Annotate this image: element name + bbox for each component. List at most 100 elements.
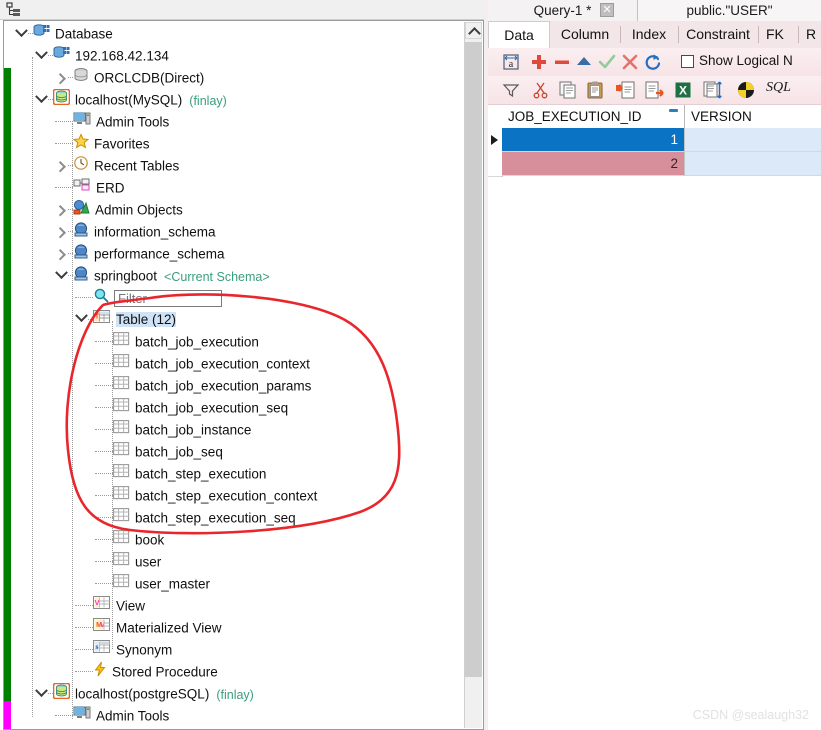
editor-tab-query-1[interactable]: Query-1 * [488, 0, 638, 21]
tree-item-book[interactable]: book [4, 529, 164, 551]
tree-item-admin-objects[interactable]: Admin Objects [4, 199, 183, 221]
tree-item-batch-job-execution[interactable]: batch_job_execution [4, 331, 259, 353]
auto-fit-columns-icon[interactable]: a [500, 51, 522, 73]
editor-tab-public-user[interactable]: public."USER" [638, 0, 821, 21]
chevron-right-icon[interactable] [54, 156, 68, 178]
export-data-icon[interactable] [643, 79, 665, 101]
tree-connector [94, 419, 108, 441]
chevron-right-icon[interactable] [54, 222, 68, 244]
chevron-right-icon[interactable] [54, 200, 68, 222]
show-logical-checkbox[interactable] [681, 55, 694, 68]
resize-rows-icon[interactable] [701, 79, 723, 101]
database-selected-icon [52, 88, 71, 112]
row-header-current[interactable] [488, 128, 503, 153]
tree-connector [94, 573, 108, 595]
sql-label[interactable]: SQL [766, 80, 791, 96]
tree-item-batch-job-execution-seq[interactable]: batch_job_execution_seq [4, 397, 288, 419]
sort-ascending-icon [669, 109, 678, 112]
tree-item-stored-procedure[interactable]: Stored Procedure [4, 661, 218, 683]
tree-item-erd[interactable]: ERD [4, 177, 125, 199]
refresh-icon[interactable] [642, 51, 664, 73]
chevron-down-icon[interactable] [14, 24, 28, 46]
navigate-icon[interactable] [735, 79, 757, 101]
delete-row-icon[interactable] [551, 51, 573, 73]
data-grid[interactable]: JOB_EXECUTION_ID VERSION 1 2 [488, 105, 821, 730]
tree-item-batch-job-seq[interactable]: batch_job_seq [4, 441, 223, 463]
tab-divider [758, 26, 759, 43]
tab-references[interactable]: R [798, 21, 821, 48]
tree-item-view[interactable]: V View [4, 595, 145, 617]
cell-version[interactable] [685, 152, 821, 176]
cell-job-execution-id[interactable]: 1 [502, 128, 685, 152]
cell-job-execution-id[interactable]: 2 [502, 152, 685, 176]
tree-item-label: Admin Tools [96, 708, 170, 724]
tab-divider [678, 26, 679, 43]
chevron-right-icon[interactable] [54, 68, 68, 90]
tree-item-localhost-mysql[interactable]: localhost(MySQL) (finlay) [4, 88, 227, 112]
column-header-job-execution-id[interactable]: JOB_EXECUTION_ID [502, 105, 685, 128]
tree-item-batch-job-execution-params[interactable]: batch_job_execution_params [4, 375, 311, 397]
scroll-up-arrow-icon[interactable] [465, 22, 482, 39]
excel-export-icon[interactable]: X [672, 79, 694, 101]
grid-corner-cell[interactable] [488, 105, 503, 128]
synonym-icon: s [93, 639, 111, 661]
cell-version[interactable] [685, 128, 821, 152]
tree-filter-row[interactable] [4, 287, 222, 309]
tree-vertical-scrollbar[interactable] [464, 22, 482, 728]
close-icon[interactable]: ✕ [600, 3, 614, 17]
tree-filter-input[interactable] [114, 290, 222, 307]
tree-item-admin-tools[interactable]: Admin Tools [4, 111, 169, 133]
tree-connector [54, 706, 68, 728]
add-row-icon[interactable] [528, 51, 550, 73]
tree-item-batch-step-execution-seq[interactable]: batch_step_execution_seq [4, 507, 296, 529]
database-tree[interactable]: Database 192.168.42.134 ORCLCDB(Direct) loc… [3, 20, 484, 730]
revert-row-icon[interactable] [573, 51, 595, 73]
tree-item-admin-tools[interactable]: Admin Tools [4, 705, 169, 727]
tab-data[interactable]: Data [488, 21, 550, 49]
import-data-icon[interactable] [615, 79, 637, 101]
cut-icon[interactable] [530, 79, 552, 101]
tree-item-favorites[interactable]: Favorites [4, 133, 150, 155]
tree-item-localhost-postgresql[interactable]: localhost(postgreSQL) (finlay) [4, 682, 254, 706]
chevron-down-icon[interactable] [74, 309, 88, 331]
tab-constraint[interactable]: Constraint [678, 21, 758, 48]
rollback-icon[interactable] [619, 51, 641, 73]
chevron-down-icon[interactable] [34, 46, 48, 68]
tree-item-table-12[interactable]: T Table (12) [4, 309, 177, 331]
database-group-icon [33, 23, 50, 46]
tree-item-user[interactable]: user [4, 551, 161, 573]
tree-item-springboot[interactable]: springboot <Current Schema> [4, 265, 270, 287]
row-header[interactable] [488, 152, 503, 177]
tree-item-information-schema[interactable]: information_schema [4, 221, 216, 243]
filter-icon[interactable] [500, 79, 522, 101]
tree-item-database[interactable]: Database [4, 23, 113, 45]
tab-fk[interactable]: FK [758, 21, 798, 48]
chevron-right-icon[interactable] [54, 244, 68, 266]
tab-index[interactable]: Index [620, 21, 678, 48]
commit-icon[interactable] [596, 51, 618, 73]
dbeaver-like-app-window: Database 192.168.42.134 ORCLCDB(Direct) loc… [0, 0, 821, 730]
tree-item-192-168-42-134[interactable]: 192.168.42.134 [4, 45, 169, 67]
table-row[interactable]: 2 [488, 152, 821, 177]
column-header-version[interactable]: VERSION [685, 105, 821, 128]
copy-icon[interactable] [557, 79, 579, 101]
chevron-down-icon[interactable] [54, 266, 68, 288]
tree-item-batch-job-instance[interactable]: batch_job_instance [4, 419, 251, 441]
tree-item-batch-step-execution[interactable]: batch_step_execution [4, 463, 266, 485]
collapse-tree-icon[interactable] [4, 1, 23, 18]
tree-item-recent-tables[interactable]: Recent Tables [4, 155, 179, 177]
tree-item-performance-schema[interactable]: performance_schema [4, 243, 225, 265]
scrollbar-thumb[interactable] [465, 42, 482, 677]
tab-column[interactable]: Column [550, 21, 620, 48]
tree-item-batch-step-execution-context[interactable]: batch_step_execution_context [4, 485, 317, 507]
tree-item-batch-job-execution-context[interactable]: batch_job_execution_context [4, 353, 310, 375]
table-row[interactable]: 1 [488, 128, 821, 153]
tree-item-synonym[interactable]: s Synonym [4, 639, 172, 661]
chevron-down-icon[interactable] [34, 684, 48, 706]
tree-item-user-master[interactable]: user_master [4, 573, 210, 595]
paste-icon[interactable] [584, 79, 606, 101]
tree-item-orclcdb-direct[interactable]: ORCLCDB(Direct) [4, 67, 204, 89]
chevron-down-icon[interactable] [34, 90, 48, 112]
tree-connector [94, 331, 108, 353]
tree-connector [94, 551, 108, 573]
